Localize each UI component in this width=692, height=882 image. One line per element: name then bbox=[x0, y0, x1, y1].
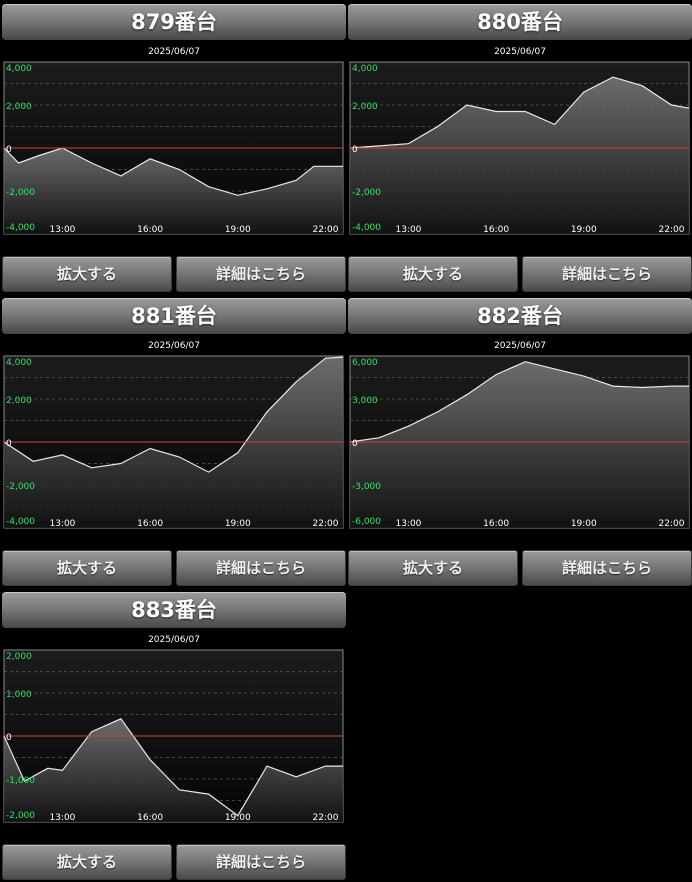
x-tick-label: 16:00 bbox=[137, 519, 163, 529]
zoom-button[interactable]: 拡大する bbox=[2, 550, 172, 586]
x-tick-label: 22:00 bbox=[312, 519, 338, 529]
detail-button[interactable]: 詳細はこちら bbox=[522, 550, 692, 586]
slump-chart: 4,000 2,000 0 -2,000 -4,000 13:00 16:00 19:00 22… bbox=[349, 61, 690, 235]
chart-date: 2025/06/07 bbox=[494, 47, 546, 57]
x-tick-label: 13:00 bbox=[395, 225, 421, 235]
detail-button[interactable]: 詳細はこちら bbox=[176, 256, 346, 292]
detail-button[interactable]: 詳細はこちら bbox=[176, 550, 346, 586]
machine-title: 880番台 bbox=[348, 4, 692, 40]
chart-date: 2025/06/07 bbox=[148, 341, 200, 351]
y-tick-label: -2,000 bbox=[6, 482, 35, 492]
slump-chart: 4,000 2,000 0 -2,000 -4,000 13:00 16:00 19:00 22… bbox=[3, 355, 344, 529]
x-tick-label: 16:00 bbox=[137, 225, 163, 235]
x-tick-label: 19:00 bbox=[225, 813, 251, 823]
y-tick-label: 4,000 bbox=[352, 64, 378, 74]
y-tick-label: -1,000 bbox=[6, 776, 35, 786]
x-tick-label: 22:00 bbox=[658, 225, 684, 235]
y-tick-label: -2,000 bbox=[6, 811, 35, 821]
y-tick-label: 1,000 bbox=[6, 690, 32, 700]
y-tick-label: 2,000 bbox=[6, 102, 32, 112]
y-tick-label: -6,000 bbox=[352, 517, 381, 527]
machine-title: 881番台 bbox=[2, 298, 346, 334]
x-tick-label: 13:00 bbox=[49, 813, 75, 823]
machine-panel-881: 881番台 2025/06/07 4,000 2,000 0 -2,000 -4,000… bbox=[2, 294, 346, 588]
chart-date: 2025/06/07 bbox=[148, 47, 200, 57]
x-tick-label: 19:00 bbox=[571, 519, 597, 529]
machine-title: 883番台 bbox=[2, 592, 346, 628]
slump-chart: 2,000 1,000 0 -1,000 -2,000 13:00 16:00 19:00 22… bbox=[3, 649, 344, 823]
x-tick-label: 19:00 bbox=[571, 225, 597, 235]
slump-chart: 6,000 3,000 0 -3,000 -6,000 13:00 16:00 19:00 22… bbox=[349, 355, 690, 529]
x-tick-label: 22:00 bbox=[312, 225, 338, 235]
y-tick-label: 4,000 bbox=[6, 358, 32, 368]
y-tick-label: 2,000 bbox=[352, 102, 378, 112]
machine-panel-880: 880番台 2025/06/07 4,000 2,000 0 -2,000 -4,000… bbox=[348, 0, 692, 294]
zoom-button[interactable]: 拡大する bbox=[348, 256, 518, 292]
y-tick-label: 3,000 bbox=[352, 396, 378, 406]
y-tick-label: 0 bbox=[6, 733, 12, 743]
x-tick-label: 16:00 bbox=[483, 225, 509, 235]
y-tick-label: 0 bbox=[6, 145, 12, 155]
y-tick-label: -3,000 bbox=[352, 482, 381, 492]
y-tick-label: -2,000 bbox=[352, 188, 381, 198]
detail-button[interactable]: 詳細はこちら bbox=[522, 256, 692, 292]
y-tick-label: 6,000 bbox=[352, 358, 378, 368]
y-tick-label: -4,000 bbox=[6, 517, 35, 527]
y-tick-label: 0 bbox=[352, 145, 358, 155]
x-tick-label: 13:00 bbox=[49, 519, 75, 529]
machine-title: 879番台 bbox=[2, 4, 346, 40]
x-tick-label: 19:00 bbox=[225, 519, 251, 529]
machine-title: 882番台 bbox=[348, 298, 692, 334]
x-tick-label: 16:00 bbox=[483, 519, 509, 529]
y-tick-label: 2,000 bbox=[6, 652, 32, 662]
x-tick-label: 19:00 bbox=[225, 225, 251, 235]
y-tick-label: 2,000 bbox=[6, 396, 32, 406]
y-tick-label: -4,000 bbox=[352, 223, 381, 233]
x-tick-label: 22:00 bbox=[312, 813, 338, 823]
machine-panel-879: 879番台 2025/06/07 4,000 2,000 0 -2,000 -4,000… bbox=[2, 0, 346, 294]
y-tick-label: -2,000 bbox=[6, 188, 35, 198]
chart-date: 2025/06/07 bbox=[494, 341, 546, 351]
detail-button[interactable]: 詳細はこちら bbox=[176, 844, 346, 880]
zoom-button[interactable]: 拡大する bbox=[2, 256, 172, 292]
slump-chart: 4,000 2,000 0 -2,000 -4,000 13:00 16:00 19:00 22… bbox=[3, 61, 344, 235]
x-tick-label: 13:00 bbox=[395, 519, 421, 529]
y-tick-label: 0 bbox=[6, 439, 12, 449]
x-tick-label: 16:00 bbox=[137, 813, 163, 823]
y-tick-label: 0 bbox=[352, 439, 358, 449]
machine-panel-882: 882番台 2025/06/07 6,000 3,000 0 -3,000 -6,000… bbox=[348, 294, 692, 588]
y-tick-label: -4,000 bbox=[6, 223, 35, 233]
x-tick-label: 13:00 bbox=[49, 225, 75, 235]
chart-date: 2025/06/07 bbox=[148, 635, 200, 645]
x-tick-label: 22:00 bbox=[658, 519, 684, 529]
zoom-button[interactable]: 拡大する bbox=[348, 550, 518, 586]
machine-panel-883: 883番台 2025/06/07 2,000 1,000 0 -1,000 -2,000… bbox=[2, 588, 346, 882]
zoom-button[interactable]: 拡大する bbox=[2, 844, 172, 880]
y-tick-label: 4,000 bbox=[6, 64, 32, 74]
